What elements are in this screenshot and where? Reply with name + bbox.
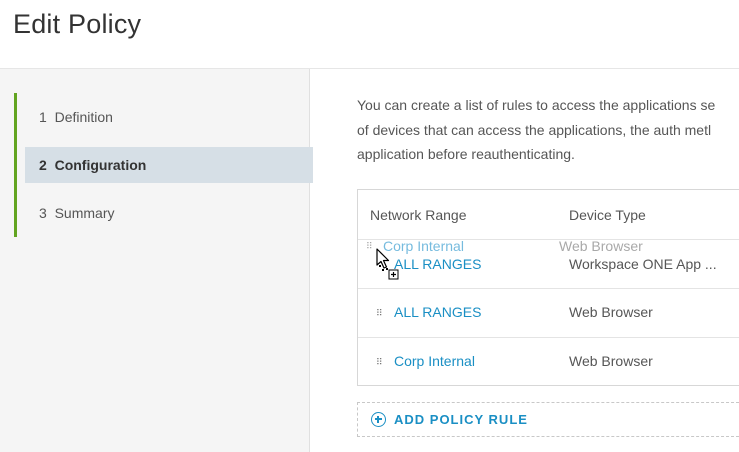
wizard-step-summary[interactable]: 3 Summary xyxy=(25,195,313,231)
step-number: 3 xyxy=(39,205,47,221)
column-header-device-type[interactable]: Device Type xyxy=(569,207,646,223)
page-header: Edit Policy xyxy=(0,0,739,69)
wizard-steps: 1 Definition 2 Configuration 3 Summary xyxy=(14,93,313,237)
description-line: application before reauthenticating. xyxy=(357,146,575,162)
policy-rules-table: Network Range Device Type ALL RANGES Wor… xyxy=(357,189,739,386)
network-range-link[interactable]: ALL RANGES xyxy=(394,256,481,272)
device-type-cell: Web Browser xyxy=(569,304,653,320)
description-line: of devices that can access the applicati… xyxy=(357,121,712,138)
device-type-cell: Workspace ONE App ... xyxy=(569,256,717,272)
dragging-device-type: Web Browser xyxy=(559,238,643,254)
add-policy-rule-label: ADD POLICY RULE xyxy=(394,412,528,427)
network-range-link[interactable]: ALL RANGES xyxy=(394,304,481,320)
step-label: Summary xyxy=(54,205,115,221)
network-range-link[interactable]: Corp Internal xyxy=(394,353,475,369)
plus-circle-icon xyxy=(371,412,386,427)
drag-handle-icon[interactable]: ⠿ xyxy=(376,308,384,318)
wizard-sidebar: 1 Definition 2 Configuration 3 Summary xyxy=(0,69,313,452)
add-policy-rule-button[interactable]: ADD POLICY RULE xyxy=(357,402,739,437)
wizard-step-configuration[interactable]: 2 Configuration xyxy=(25,147,313,183)
step-label: Definition xyxy=(54,109,113,125)
policy-description: You can create a list of rules to access… xyxy=(357,93,739,167)
step-label: Configuration xyxy=(54,157,147,173)
table-row[interactable]: ⠿ ALL RANGES Web Browser xyxy=(358,288,739,337)
step-number: 1 xyxy=(39,109,47,125)
wizard-step-definition[interactable]: 1 Definition xyxy=(25,99,313,135)
device-type-cell: Web Browser xyxy=(569,353,653,369)
drag-handle-icon[interactable]: ⠿ xyxy=(376,357,384,367)
drag-copy-cursor-icon xyxy=(376,248,399,280)
step-number: 2 xyxy=(39,157,47,173)
drag-handle-icon[interactable]: ⠿ xyxy=(366,241,374,251)
table-row[interactable]: ⠿ Corp Internal Web Browser xyxy=(358,337,739,386)
column-header-network-range[interactable]: Network Range xyxy=(370,207,467,223)
page-title: Edit Policy xyxy=(13,9,142,39)
dragging-row-ghost[interactable]: ⠿ Corp Internal Web Browser xyxy=(346,236,739,256)
description-line: You can create a list of rules to access… xyxy=(357,97,716,113)
